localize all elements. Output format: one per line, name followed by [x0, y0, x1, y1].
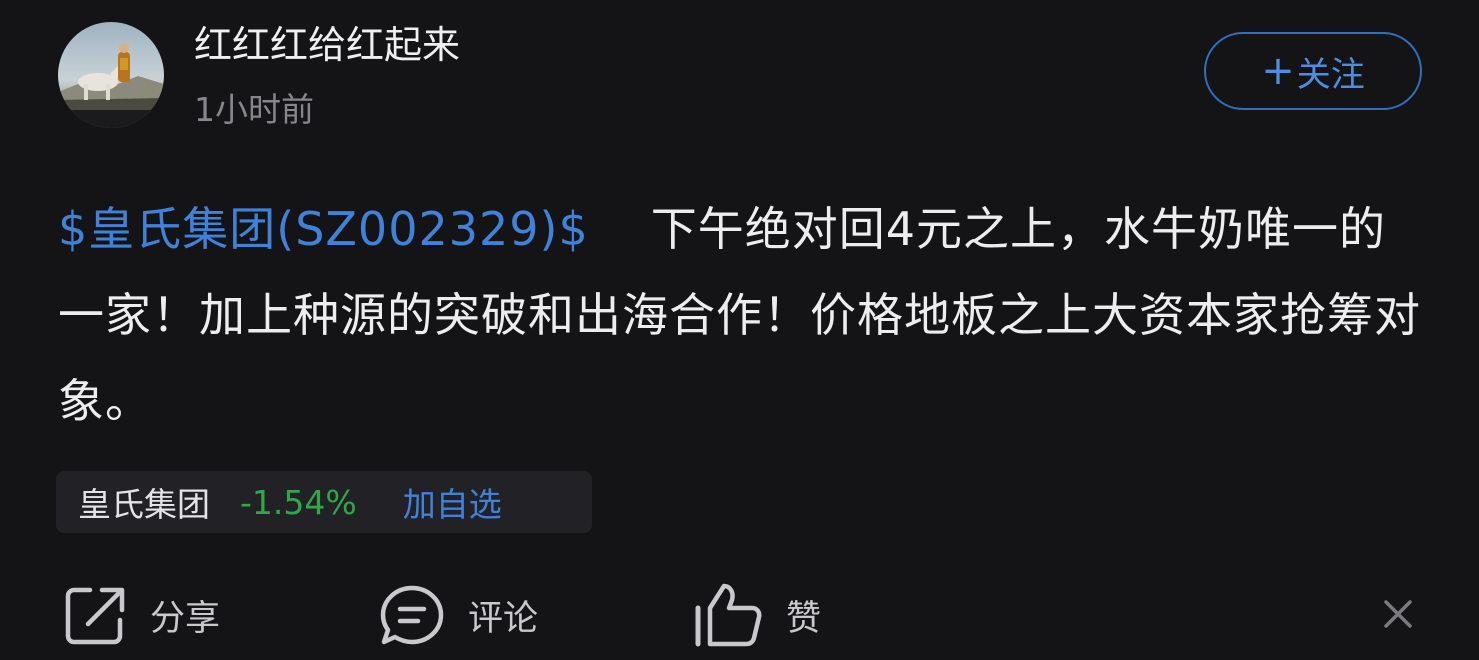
- stock-chip-name: 皇氏集团: [78, 485, 210, 524]
- follow-button[interactable]: + 关注: [1204, 32, 1422, 110]
- plus-icon: +: [1261, 48, 1295, 94]
- post-content: $皇氏集团(SZ002329)$ 下午绝对回4元之上，水牛奶唯一的一家！加上种源的…: [58, 186, 1428, 444]
- post-time: 1小时前: [194, 90, 314, 129]
- stock-chip-change: -1.54%: [240, 482, 357, 522]
- close-button[interactable]: [1378, 594, 1418, 634]
- stock-chip[interactable]: 皇氏集团 -1.54% 加自选: [56, 471, 592, 533]
- like-button[interactable]: 赞: [694, 580, 821, 650]
- avatar[interactable]: [58, 22, 164, 128]
- post-card: 红红红给红起来 1小时前 + 关注 $皇氏集团(SZ002329)$ 下午绝对回4…: [0, 0, 1479, 660]
- comment-icon: [380, 585, 444, 645]
- stock-mention-link[interactable]: $皇氏集团(SZ002329)$: [58, 202, 589, 256]
- close-icon: [1384, 600, 1412, 628]
- comment-label: 评论: [468, 598, 539, 639]
- author-name[interactable]: 红红红给红起来: [194, 18, 460, 72]
- thumbs-up-icon: [695, 583, 762, 647]
- share-label: 分享: [150, 598, 221, 639]
- follow-label: 关注: [1296, 54, 1365, 95]
- share-button[interactable]: 分享: [62, 580, 220, 650]
- comment-button[interactable]: 评论: [378, 580, 538, 650]
- like-label: 赞: [786, 598, 822, 639]
- share-icon: [65, 587, 125, 645]
- avatar-image: [58, 22, 164, 128]
- add-to-watchlist-button[interactable]: 加自选: [403, 478, 502, 526]
